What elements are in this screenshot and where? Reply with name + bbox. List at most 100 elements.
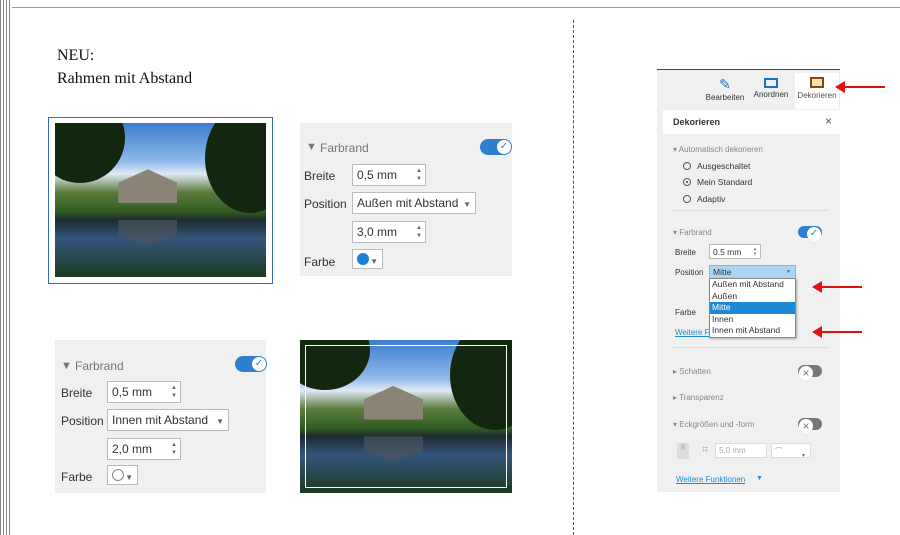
width-value: 0,5 mm bbox=[112, 385, 153, 399]
tab-bearbeiten[interactable]: ✎ Bearbeiten bbox=[701, 76, 749, 102]
chevron-down-icon[interactable]: ▼ bbox=[756, 475, 763, 482]
collapse-icon[interactable]: ▼ bbox=[61, 360, 72, 372]
section-label: Transparenz bbox=[679, 393, 724, 402]
photo-house-pond bbox=[55, 123, 266, 277]
tab-anordnen[interactable]: Anordnen bbox=[749, 76, 793, 99]
more-link[interactable]: Weitere F bbox=[675, 328, 710, 337]
width-label: Breite bbox=[304, 169, 336, 183]
dropdown-option[interactable]: Innen mit Abstand bbox=[710, 325, 795, 337]
auto-decorate-header[interactable]: ▾ Automatisch dekorieren bbox=[673, 145, 763, 154]
distance-value: 2,0 mm bbox=[112, 442, 153, 456]
section-label: Eckgrößen und -form bbox=[679, 420, 755, 429]
distance-input[interactable]: 2,0 mm ▲ ▼ bbox=[107, 438, 181, 460]
more-functions-link[interactable]: Weitere Funktionen bbox=[676, 475, 745, 484]
page-top-edge bbox=[12, 7, 900, 8]
radio-adaptiv[interactable]: Adaptiv bbox=[683, 194, 725, 204]
chevron-down-icon: ▼ bbox=[216, 417, 224, 426]
corner-shape-select[interactable]: ⌒ ▼ bbox=[771, 443, 811, 459]
option-label: Adaptiv bbox=[697, 194, 726, 204]
section-label: Farbrand bbox=[679, 228, 712, 237]
section-label: Automatisch dekorieren bbox=[678, 145, 763, 154]
width-value: 0.5 mm bbox=[713, 247, 742, 257]
arrange-icon bbox=[764, 78, 778, 88]
color-label: Farbe bbox=[675, 308, 696, 317]
distance-value: 3,0 mm bbox=[357, 225, 398, 239]
corner-value: 5.0 mm bbox=[719, 446, 746, 455]
position-label: Position bbox=[675, 268, 704, 277]
position-dropdown: Außen mit Abstand Außen Mitte Innen Inne… bbox=[709, 278, 796, 338]
option-label: Ausgeschaltet bbox=[697, 161, 751, 171]
heading-title: Rahmen mit Abstand bbox=[57, 70, 193, 87]
section-label: Farbrand bbox=[75, 359, 124, 373]
color-picker[interactable]: ▼ bbox=[352, 249, 383, 269]
spinner-icon[interactable]: ▲ ▼ bbox=[753, 246, 757, 256]
position-label: Position bbox=[304, 197, 347, 211]
close-icon[interactable]: × bbox=[825, 114, 832, 128]
annotation-arrow bbox=[812, 326, 862, 338]
tab-dekorieren[interactable]: Dekorieren bbox=[795, 73, 839, 109]
dropdown-option[interactable]: Innen bbox=[710, 314, 795, 326]
farbrand-toggle[interactable] bbox=[235, 356, 267, 372]
radio-mein-standard[interactable]: Mein Standard bbox=[683, 177, 752, 187]
radio-ausgeschaltet[interactable]: Ausgeschaltet bbox=[683, 161, 750, 171]
schatten-header[interactable]: ▸ Schatten bbox=[673, 367, 711, 376]
width-input[interactable]: 0,5 mm ▲ ▼ bbox=[352, 164, 426, 186]
width-label: Breite bbox=[61, 386, 93, 400]
heading-new: NEU: bbox=[57, 47, 95, 64]
dropdown-option[interactable]: Außen bbox=[710, 291, 795, 303]
width-input[interactable]: 0,5 mm ▲ ▼ bbox=[107, 381, 181, 403]
spinner-icon[interactable]: ▲ ▼ bbox=[171, 441, 177, 457]
collapse-icon[interactable]: ▼ bbox=[306, 141, 317, 153]
ecken-toggle[interactable] bbox=[798, 418, 822, 433]
annotation-arrow bbox=[812, 281, 862, 293]
spinner-icon[interactable]: ▲ ▼ bbox=[171, 384, 177, 400]
width-label: Breite bbox=[675, 248, 696, 257]
color-picker[interactable]: ▼ bbox=[107, 465, 138, 485]
position-value: Außen mit Abstand bbox=[357, 196, 459, 210]
width-input[interactable]: 0.5 mm ▲ ▼ bbox=[709, 244, 761, 259]
radio-icon bbox=[683, 162, 691, 170]
width-value: 0,5 mm bbox=[357, 168, 398, 182]
position-select[interactable]: Mitte ▼ bbox=[709, 265, 796, 279]
color-label: Farbe bbox=[61, 470, 93, 484]
color-swatch bbox=[357, 253, 369, 265]
color-swatch bbox=[112, 469, 124, 481]
position-select[interactable]: Innen mit Abstand ▼ bbox=[107, 409, 229, 431]
schatten-toggle[interactable] bbox=[798, 365, 822, 380]
tab-label: Bearbeiten bbox=[705, 93, 745, 102]
tab-label: Anordnen bbox=[753, 90, 789, 99]
ecken-header[interactable]: ▾ Eckgrößen und -form bbox=[673, 420, 754, 429]
farbrand-toggle[interactable] bbox=[798, 226, 822, 241]
chevron-down-icon: ▼ bbox=[125, 473, 133, 482]
inner-white-frame bbox=[305, 345, 507, 488]
radio-icon bbox=[683, 195, 691, 203]
dropdown-option-selected[interactable]: Mitte bbox=[710, 302, 795, 314]
farbrand-header[interactable]: ▾ Farbrand bbox=[673, 228, 712, 237]
distance-input[interactable]: 3,0 mm ▲ ▼ bbox=[352, 221, 426, 243]
chevron-down-icon: ▼ bbox=[786, 269, 791, 275]
heading: NEU: Rahmen mit Abstand bbox=[57, 44, 192, 90]
option-label: Mein Standard bbox=[697, 177, 753, 187]
annotation-arrow bbox=[835, 81, 885, 93]
transparenz-header[interactable]: ▸ Transparenz bbox=[673, 393, 724, 402]
farbrand-panel-outer: ▼ Farbrand Breite 0,5 mm ▲▼ Position Auße… bbox=[300, 123, 512, 276]
page-divider bbox=[573, 20, 574, 535]
link-corners-icon[interactable]: 8 bbox=[677, 443, 689, 459]
spinner-icon[interactable]: ▲ ▼ bbox=[416, 224, 422, 240]
page-margin-lines bbox=[0, 0, 12, 535]
position-value: Innen mit Abstand bbox=[112, 413, 209, 427]
radio-checked-icon bbox=[683, 178, 691, 186]
tab-label: Dekorieren bbox=[797, 91, 837, 100]
sidebar-header: Dekorieren × bbox=[663, 110, 840, 134]
position-select[interactable]: Außen mit Abstand ▼ bbox=[352, 192, 476, 214]
photo-house-pond-inner-frame bbox=[300, 340, 512, 493]
spinner-icon[interactable]: ▲ ▼ bbox=[416, 167, 422, 183]
position-label: Position bbox=[61, 414, 104, 428]
farbrand-toggle[interactable] bbox=[480, 139, 512, 155]
dropdown-option[interactable]: Außen mit Abstand bbox=[710, 279, 795, 291]
corner-size-input[interactable]: 5.0 mm bbox=[715, 443, 767, 458]
chevron-down-icon: ▼ bbox=[801, 453, 806, 459]
edit-icon: ✎ bbox=[719, 76, 731, 92]
position-value: Mitte bbox=[713, 267, 732, 277]
divider bbox=[671, 210, 828, 211]
